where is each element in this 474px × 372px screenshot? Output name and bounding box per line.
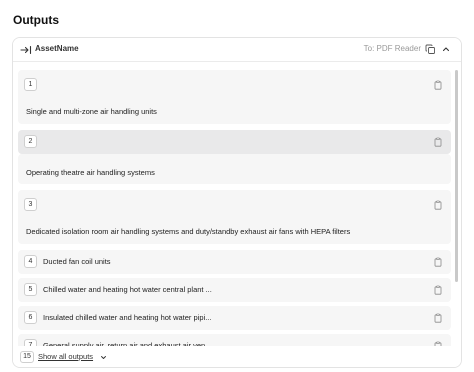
output-text: Single and multi-zone air handling units — [26, 107, 157, 116]
copy-icon[interactable] — [425, 44, 436, 55]
output-number-badge: 3 — [24, 198, 37, 211]
clipboard-icon[interactable] — [433, 137, 443, 147]
output-text: Insulated chilled water and heating hot … — [43, 313, 212, 322]
clipboard-icon[interactable] — [433, 313, 443, 323]
clipboard-icon[interactable] — [433, 285, 443, 295]
output-text: Ducted fan coil units — [43, 257, 111, 266]
clipboard-icon[interactable] — [433, 257, 443, 267]
asset-output-panel: AssetName To: PDF Reader 1 Single and mul… — [12, 37, 462, 368]
chevron-down-icon[interactable] — [100, 354, 107, 361]
output-number-badge: 2 — [24, 135, 37, 148]
output-text: Dedicated isolation room air handling sy… — [26, 227, 351, 236]
clipboard-icon[interactable] — [433, 200, 443, 210]
output-number-badge: 6 — [24, 311, 37, 324]
output-text: Operating theatre air handling systems — [26, 168, 155, 177]
clipboard-icon[interactable] — [433, 80, 443, 90]
asset-name: AssetName — [35, 44, 79, 53]
output-text: Chilled water and heating hot water cent… — [43, 285, 212, 294]
output-number-badge: 4 — [24, 255, 37, 268]
outputs-count-badge: 15 — [20, 351, 34, 363]
show-all-outputs-link[interactable]: Show all outputs — [38, 352, 93, 361]
asset-target: To: PDF Reader — [363, 44, 421, 53]
output-number-badge: 1 — [24, 78, 37, 91]
outputs-footer: 15 Show all outputs — [13, 346, 461, 367]
output-row[interactable] — [18, 130, 451, 154]
arrow-right-to-line-icon — [20, 45, 32, 55]
scrollbar[interactable] — [455, 70, 458, 282]
asset-header[interactable]: AssetName To: PDF Reader — [13, 38, 461, 62]
page-title: Outputs — [13, 13, 59, 27]
output-number-badge: 5 — [24, 283, 37, 296]
chevron-up-icon[interactable] — [441, 44, 451, 54]
outputs-list: 1 Single and multi-zone air handling unit… — [18, 70, 451, 350]
